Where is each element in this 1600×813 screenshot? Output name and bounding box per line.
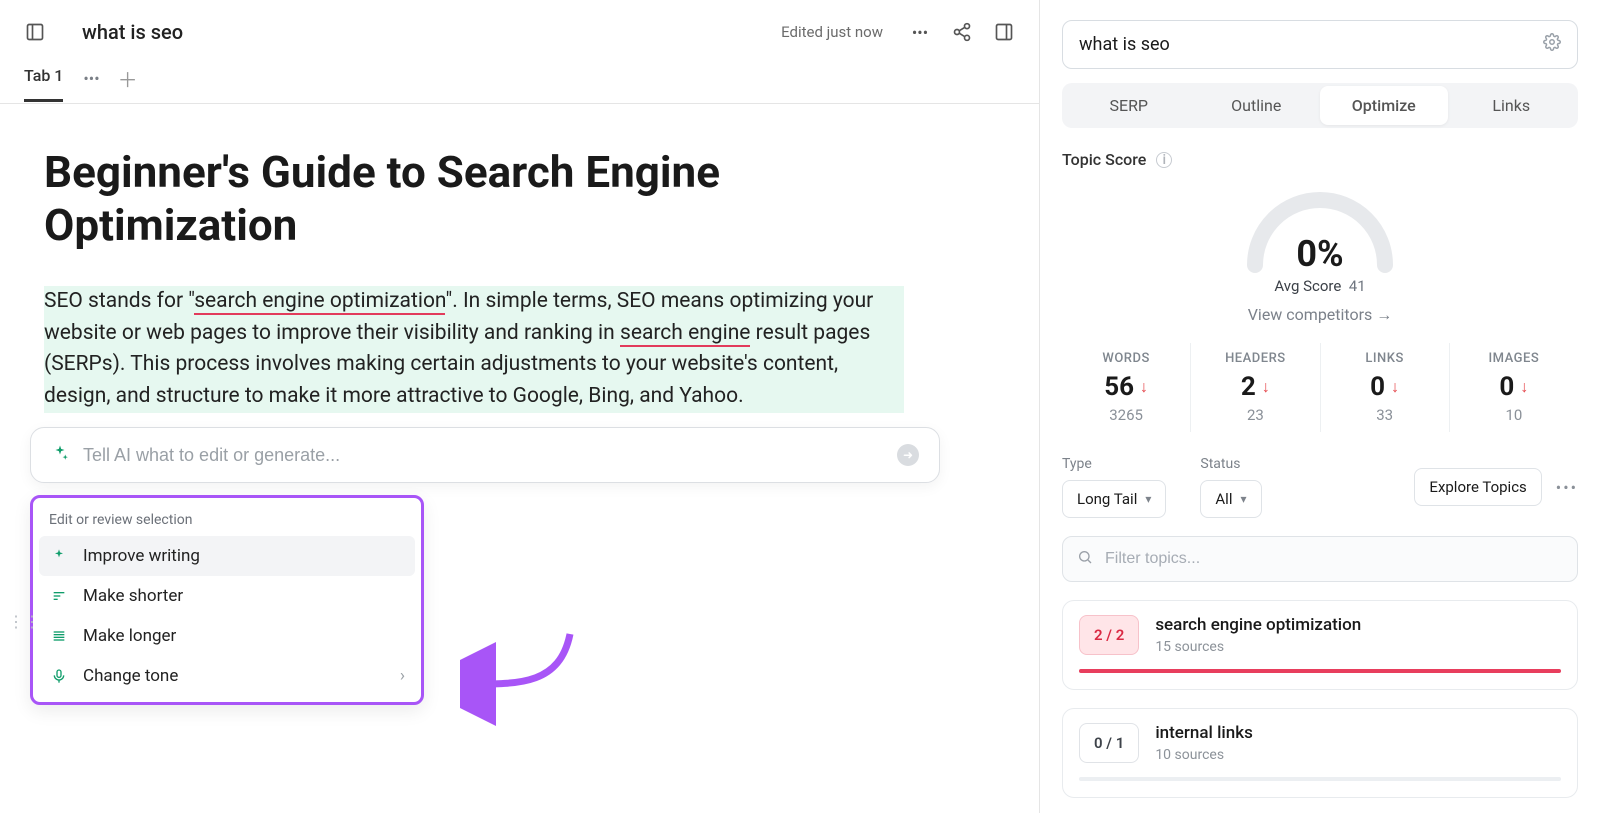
avg-label: Avg Score [1274, 277, 1341, 295]
topic-sources: 10 sources [1155, 747, 1253, 763]
stat-images: IMAGES 0↓ 10 [1449, 343, 1578, 432]
submit-icon[interactable]: ➜ [897, 444, 919, 466]
topic-sources: 15 sources [1155, 639, 1361, 655]
down-arrow-icon: ↓ [1262, 377, 1270, 397]
edit-status: Edited just now [781, 23, 883, 41]
topic-filter-input[interactable] [1105, 550, 1563, 568]
type-dropdown[interactable]: Long Tail ▾ [1062, 480, 1166, 518]
side-tabs: SERP Outline Optimize Links [1062, 83, 1578, 128]
tab-serp[interactable]: SERP [1065, 86, 1193, 125]
type-label: Type [1062, 456, 1166, 472]
microphone-icon [49, 668, 69, 684]
tab-links[interactable]: Links [1448, 86, 1576, 125]
down-arrow-icon: ↓ [1140, 377, 1148, 397]
view-competitors-link[interactable]: View competitors → [1062, 305, 1578, 325]
topic-badge: 0 / 1 [1079, 723, 1139, 763]
keyword-text: what is seo [1079, 34, 1170, 55]
sparkle-icon [49, 548, 69, 564]
explore-topics-button[interactable]: Explore Topics [1414, 468, 1541, 506]
topic-title: search engine optimization [1155, 615, 1361, 635]
lines-short-icon [49, 588, 69, 604]
lines-long-icon [49, 628, 69, 644]
panel-toggle-icon[interactable] [24, 21, 46, 43]
more-icon[interactable]: ••• [909, 21, 931, 43]
add-tab-icon[interactable]: ＋ [118, 64, 138, 93]
sparkle-icon [51, 444, 69, 466]
topic-badge: 2 / 2 [1079, 615, 1139, 655]
annotation-arrow [460, 624, 590, 734]
search-icon [1077, 549, 1093, 569]
menu-make-longer[interactable]: Make longer [39, 616, 415, 656]
highlight-search-engine: search engine [620, 321, 750, 347]
ai-prompt-input[interactable] [83, 445, 883, 466]
tab-optimize[interactable]: Optimize [1320, 86, 1448, 125]
menu-change-tone[interactable]: Change tone › [39, 656, 415, 696]
tab-1[interactable]: Tab 1 [24, 66, 63, 102]
topic-filter-box[interactable] [1062, 536, 1578, 582]
topic-score-gauge: 0% [1235, 175, 1405, 275]
drag-handle-icon[interactable]: ⋮⋮ [8, 612, 40, 631]
menu-improve-writing[interactable]: Improve writing [39, 536, 415, 576]
ai-suggestion-menu: Edit or review selection Improve writing… [30, 495, 424, 705]
down-arrow-icon: ↓ [1391, 377, 1399, 397]
topic-card[interactable]: 0 / 1 internal links 10 sources [1062, 708, 1578, 798]
topic-title: internal links [1155, 723, 1253, 743]
share-icon[interactable] [951, 21, 973, 43]
keyword-search-box[interactable]: what is seo [1062, 20, 1578, 69]
stat-links: LINKS 0↓ 33 [1320, 343, 1449, 432]
menu-heading: Edit or review selection [39, 506, 415, 536]
gauge-value: 0% [1235, 233, 1405, 275]
more-icon[interactable]: ••• [1556, 478, 1578, 497]
status-dropdown[interactable]: All ▾ [1200, 480, 1261, 518]
ai-prompt-box[interactable]: ➜ [30, 427, 940, 483]
highlight-seo: search engine optimization [194, 289, 445, 315]
info-icon[interactable]: i [1156, 152, 1172, 168]
panel-right-icon[interactable] [993, 21, 1015, 43]
topic-card[interactable]: 2 / 2 search engine optimization 15 sour… [1062, 600, 1578, 690]
stat-headers: HEADERS 2↓ 23 [1190, 343, 1319, 432]
stat-words: WORDS 56↓ 3265 [1062, 343, 1190, 432]
chevron-down-icon: ▾ [1240, 492, 1246, 506]
article-paragraph[interactable]: SEO stands for "search engine optimizati… [44, 286, 904, 414]
tab-more-icon[interactable]: ••• [83, 69, 99, 88]
status-label: Status [1200, 456, 1261, 472]
down-arrow-icon: ↓ [1520, 377, 1528, 397]
doc-title: what is seo [82, 20, 765, 44]
chevron-down-icon: ▾ [1145, 492, 1151, 506]
article-heading: Beginner's Guide to Search Engine Optimi… [44, 146, 824, 252]
topic-score-label: Topic Score [1062, 150, 1146, 169]
menu-make-shorter[interactable]: Make shorter [39, 576, 415, 616]
avg-value: 41 [1349, 277, 1366, 295]
tab-outline[interactable]: Outline [1193, 86, 1321, 125]
chevron-right-icon: › [400, 666, 405, 686]
gear-icon[interactable] [1543, 33, 1561, 56]
